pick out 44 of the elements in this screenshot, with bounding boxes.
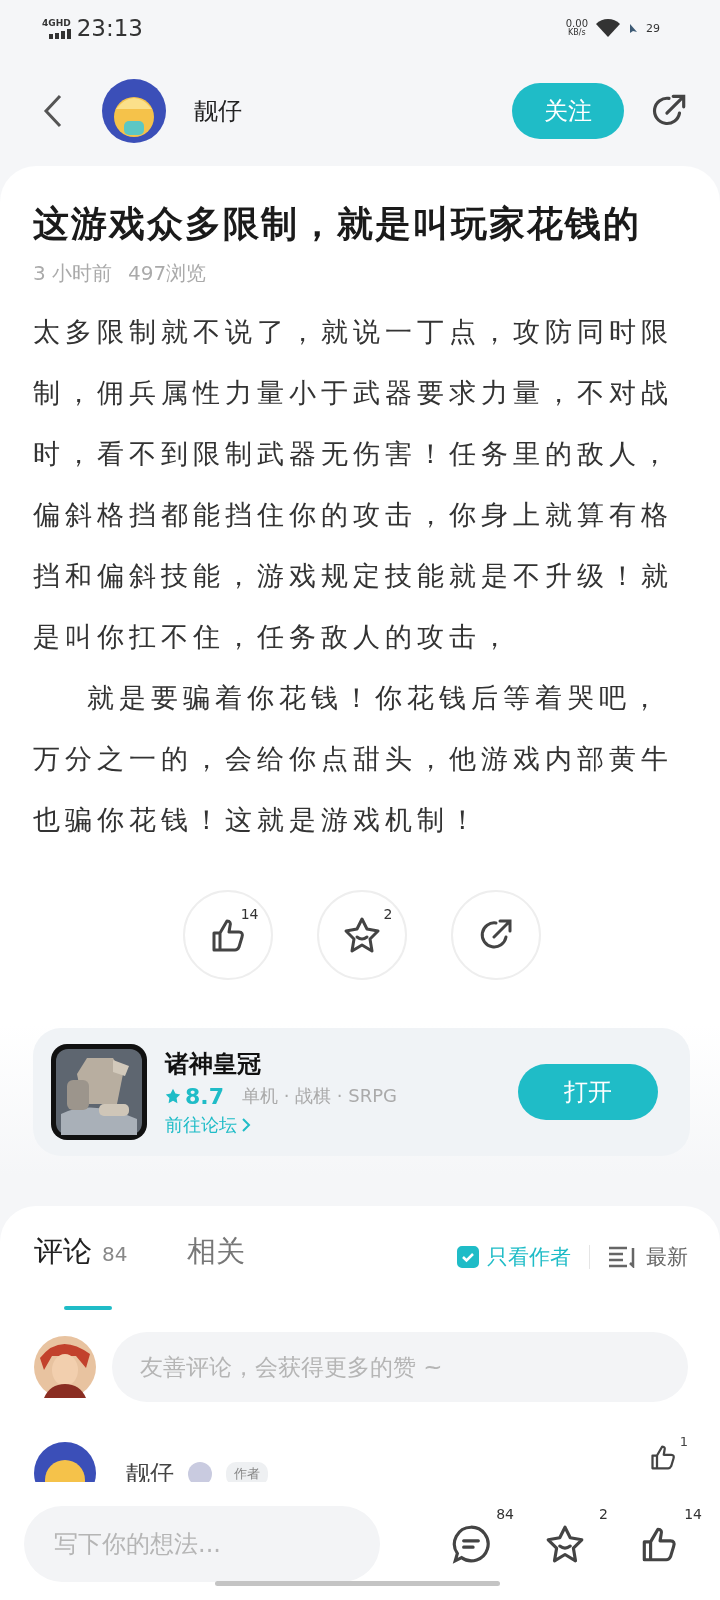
- back-icon[interactable]: [42, 94, 64, 128]
- action-count: 2: [383, 906, 393, 922]
- share-action-button[interactable]: [450, 890, 541, 980]
- action-count: 2: [599, 1506, 608, 1522]
- sort-label[interactable]: 最新: [646, 1243, 688, 1271]
- action-count: 14: [240, 906, 259, 922]
- wifi-icon: [596, 19, 620, 37]
- thumbs-up-icon: [648, 1442, 678, 1472]
- author-name[interactable]: 靓仔: [194, 95, 512, 127]
- battery-level: 29: [646, 21, 660, 35]
- location-arrow-icon: [628, 23, 638, 33]
- status-time: 23:13: [76, 15, 143, 41]
- comment-input[interactable]: 友善评论，会获得更多的赞 ~: [112, 1332, 688, 1402]
- favorite-action-button[interactable]: 2: [316, 890, 407, 980]
- post-meta: 497浏览: [128, 260, 207, 287]
- tab-count: 84: [102, 1242, 128, 1266]
- network-speed: 0.00: [565, 19, 588, 29]
- star-icon: [165, 1088, 181, 1104]
- like-action-button[interactable]: 14: [638, 1506, 702, 1582]
- comment-tab[interactable]: 相关: [187, 1232, 246, 1282]
- author-only-checkbox[interactable]: [457, 1246, 479, 1268]
- action-count: 14: [684, 1506, 702, 1522]
- game-rating: 8.7: [185, 1083, 224, 1109]
- post-paragraph: 就是要骗着你花钱！你花钱后等着哭吧，万分之一的，会给你点甜头，他游戏内部黄牛也骗你花钱！这就是游戏机制！: [33, 681, 674, 837]
- tab-label: 相关: [187, 1233, 246, 1270]
- post-title: 这游戏众多限制，就是叫玩家花钱的: [33, 202, 642, 246]
- speed-unit: KB/s: [568, 29, 586, 37]
- signal-icon: [48, 28, 71, 39]
- comment-action-button[interactable]: 84: [450, 1506, 514, 1582]
- favorite-action-button[interactable]: 2: [544, 1506, 608, 1582]
- sort-icon[interactable]: [608, 1246, 636, 1268]
- tab-label: 评论: [34, 1233, 92, 1270]
- game-tags: 单机 · 战棋 · SRPG: [242, 1084, 398, 1108]
- post-meta: 3 小时前: [33, 260, 113, 287]
- action-count: 84: [496, 1506, 514, 1522]
- game-name: 诸神皇冠: [165, 1048, 262, 1080]
- post-paragraph: 太多限制就不说了，就说一丁点，攻防同时限制，佣兵属性力量小于武器要求力量，不对战时，看不到限制武器无伤害！任务里的敌人，偏斜格挡都能挡住你的攻击，你身上就算有格挡和偏斜技能，游戏规定技能就是不升级！就是叫你扛不住，任务敌人的攻击，: [33, 315, 674, 654]
- chevron-right-icon: [241, 1116, 251, 1133]
- like-count: 1: [679, 1434, 688, 1449]
- comment-icon: [450, 1523, 492, 1565]
- star-icon: [544, 1523, 586, 1565]
- like-action-button[interactable]: 14: [182, 890, 273, 980]
- network-type: 4GHD: [42, 17, 71, 28]
- thought-input[interactable]: 写下你的想法...: [24, 1506, 380, 1582]
